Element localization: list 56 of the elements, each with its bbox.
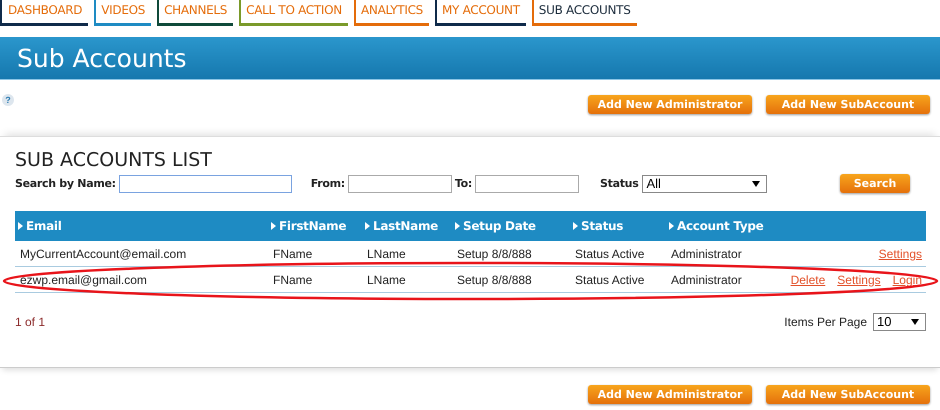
from-field[interactable] (348, 174, 452, 192)
add-button[interactable]: Add New Administrator (588, 385, 752, 404)
column-header[interactable]: Status (570, 219, 666, 233)
table-cell-text: ezwp.email@gmail.com (19, 272, 148, 286)
caret-icon (669, 222, 674, 230)
page-title: Sub Accounts (17, 44, 186, 72)
caret-icon (18, 222, 23, 230)
search-button[interactable]: Search (840, 174, 910, 193)
name-field[interactable] (118, 174, 292, 192)
caret-icon (573, 222, 578, 230)
caret-icon (271, 222, 276, 230)
nav-tab[interactable]: VIDEOS (94, 0, 152, 26)
column-header[interactable]: Account Type (666, 219, 786, 233)
add-button[interactable]: Add New SubAccount (766, 385, 930, 404)
nav-tab[interactable]: DASHBOARD (0, 0, 88, 26)
page-count: 1 of 1 (15, 315, 46, 329)
table-cell-text: Setup 8/8/888 (456, 246, 533, 260)
add-button[interactable]: Add New Administrator (588, 94, 752, 114)
status-label: Status (600, 177, 638, 190)
from-label: From: (310, 177, 345, 190)
column-header[interactable]: LastName (362, 219, 452, 233)
action-link[interactable]: Settings (837, 272, 881, 286)
table-cell-text: FName (272, 246, 314, 260)
table-cell-text: Administrator (670, 246, 743, 260)
items-per-page-label: Items Per Page (784, 315, 867, 329)
nav-tab[interactable]: ANALYTICS (354, 0, 429, 26)
table-cell-text: Status Active (574, 272, 646, 286)
table-cell-text: MyCurrentAccount@email.com (19, 246, 188, 260)
dropdown-arrow-icon (911, 319, 919, 325)
table-cell-text: FName (272, 272, 314, 286)
table-cell-text: Administrator (670, 272, 743, 286)
to-field[interactable] (475, 174, 580, 192)
column-header[interactable]: FirstName (268, 219, 362, 233)
nav-tab[interactable]: CHANNELS (157, 0, 234, 26)
caret-icon (455, 222, 460, 230)
table-cell-text: LName (366, 272, 407, 286)
action-link[interactable]: Delete (790, 272, 826, 286)
add-button[interactable]: Add New SubAccount (766, 94, 930, 114)
table-cell-text: Setup 8/8/888 (456, 272, 533, 286)
nav-tab[interactable]: MY ACCOUNT (434, 0, 526, 26)
status-dropdown[interactable]: All (642, 174, 768, 192)
items-per-page-dropdown[interactable]: 10 (873, 313, 926, 331)
list-title: SUB ACCOUNTS LIST (15, 149, 213, 171)
action-link[interactable]: Login (892, 272, 922, 286)
dropdown-arrow-icon (752, 180, 760, 186)
table-cell-text: LName (366, 246, 407, 260)
to-label: To: (454, 177, 472, 190)
nav-tab[interactable]: CALL TO ACTION (239, 0, 348, 26)
column-header[interactable]: Email (15, 219, 268, 233)
column-header[interactable]: Setup Date (452, 219, 570, 233)
action-link[interactable]: Settings (878, 246, 922, 260)
nav-tab[interactable]: SUB ACCOUNTS (532, 0, 637, 26)
caret-icon (365, 222, 370, 230)
search-label: Search by Name: (15, 177, 116, 190)
table-cell-text: Status Active (574, 246, 646, 260)
help-icon[interactable]: ? (2, 94, 14, 106)
